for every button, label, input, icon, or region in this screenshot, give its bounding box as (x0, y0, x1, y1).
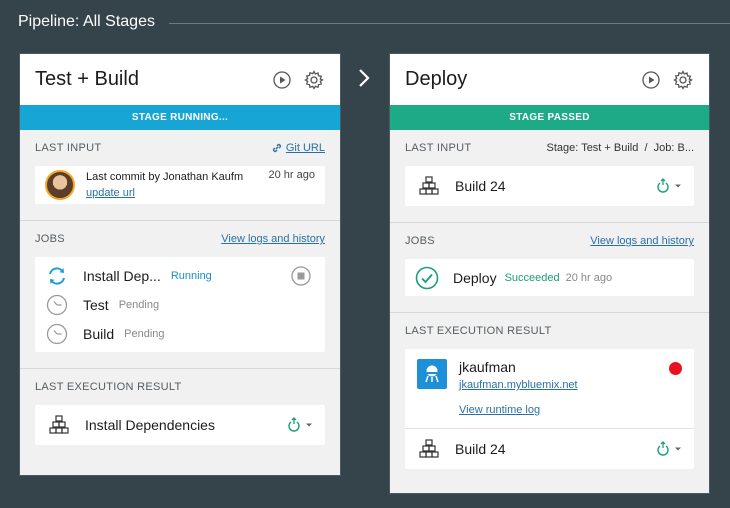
job-status: Running (170, 269, 212, 282)
last-execution-section: LAST EXECUTION RESULT Install Dependenci… (20, 369, 340, 445)
pipeline-header: Pipeline: All Stages (18, 11, 730, 33)
gear-icon[interactable] (672, 69, 694, 91)
commit-timestamp: 20 hr ago (268, 169, 315, 181)
avatar (45, 170, 75, 200)
job-status: Succeeded (504, 271, 560, 284)
stage-header: Test + Build (20, 54, 340, 105)
job-name: Deploy (453, 269, 497, 286)
clock-icon (45, 293, 69, 317)
view-logs-link[interactable]: View logs and history (590, 235, 694, 247)
job-row[interactable]: Test Pending (45, 290, 325, 319)
jobs-card: Deploy Succeeded 20 hr ago (405, 259, 694, 296)
stage-status-bar: STAGE RUNNING... (20, 105, 340, 130)
play-icon[interactable] (271, 69, 293, 91)
section-label: JOBS (405, 235, 435, 247)
jobs-section: JOBS View logs and history Deploy Succee… (390, 223, 709, 296)
app-url-link[interactable]: jkaufman.mybluemix.net (459, 379, 578, 391)
job-row[interactable]: Install Dep... Running (45, 261, 325, 290)
app-name: jkaufman (459, 359, 516, 375)
chevron-down-icon (306, 423, 312, 427)
last-execution-section: LAST EXECUTION RESULT jkaufman jkaufman.… (390, 313, 709, 469)
stop-icon[interactable] (289, 264, 313, 288)
boxes-icon (47, 413, 71, 437)
redeploy-dropdown[interactable] (286, 417, 313, 433)
job-name: Install Dep... (83, 267, 161, 284)
redeploy-icon (288, 417, 300, 432)
link-icon (272, 143, 282, 153)
redeploy-dropdown[interactable] (655, 178, 682, 194)
header-divider (168, 22, 730, 24)
section-label: LAST EXECUTION RESULT (35, 381, 182, 393)
section-label: LAST EXECUTION RESULT (405, 325, 552, 337)
section-label: JOBS (35, 233, 65, 245)
redeploy-icon (657, 178, 669, 193)
input-source-info: Stage: Test + Build / Job: B... (546, 142, 694, 154)
boxes-icon (417, 437, 441, 461)
last-input-section: LAST INPUT Git URL Last commit by Jonath… (20, 130, 340, 204)
jobs-card: Install Dep... Running Test Pending Buil… (35, 257, 325, 352)
stage-title: Deploy (405, 68, 468, 90)
runtime-log-link[interactable]: View runtime log (459, 404, 540, 416)
clock-icon (45, 322, 69, 346)
last-input-section: LAST INPUT Stage: Test + Build / Job: B.… (390, 130, 709, 206)
build-card: Build 24 (405, 429, 694, 469)
stage-test-build: Test + Build STAGE RUNNING... LAST INPUT… (19, 53, 341, 476)
job-timestamp: 20 hr ago (565, 271, 613, 284)
page-title: Pipeline: All Stages (18, 13, 155, 30)
stage-status-bar: STAGE PASSED (390, 105, 709, 130)
stage-title: Test + Build (35, 68, 139, 90)
job-row[interactable]: Deploy Succeeded 20 hr ago (415, 263, 694, 292)
job-name: Test (83, 296, 109, 313)
git-url-link[interactable]: Git URL (271, 142, 325, 154)
build-name: Install Dependencies (85, 417, 215, 433)
git-url-label[interactable]: Git URL (286, 142, 325, 154)
commit-author-text: Last commit by Jonathan Kaufm (86, 171, 244, 183)
section-label: LAST INPUT (35, 142, 102, 154)
section-label: LAST INPUT (405, 142, 472, 154)
build-card: Install Dependencies (35, 405, 325, 445)
chevron-down-icon (675, 447, 681, 451)
app-status-indicator (669, 362, 682, 375)
build-name: Build 24 (455, 441, 506, 457)
job-row[interactable]: Build Pending (45, 319, 325, 348)
job-name: Build (83, 325, 115, 342)
check-circle-icon (415, 266, 439, 290)
job-status: Pending (124, 327, 165, 340)
app-logo-icon (417, 359, 447, 389)
view-logs-link[interactable]: View logs and history (221, 233, 325, 245)
chevron-right-icon (359, 69, 370, 87)
build-name: Build 24 (455, 178, 506, 194)
commit-card: Last commit by Jonathan Kaufm update url… (35, 166, 325, 204)
redeploy-dropdown[interactable] (655, 441, 682, 457)
jobs-section: JOBS View logs and history Install Dep..… (20, 221, 340, 352)
chevron-down-icon (675, 184, 681, 188)
job-status: Pending (118, 298, 160, 311)
stage-header: Deploy (390, 54, 709, 105)
play-icon[interactable] (640, 69, 662, 91)
sync-icon (45, 264, 69, 288)
gear-icon[interactable] (303, 69, 325, 91)
stage-deploy: Deploy STAGE PASSED LAST INPUT Stage: Te… (389, 53, 710, 494)
update-url-link[interactable]: update url (86, 187, 135, 199)
build-card: Build 24 (405, 166, 694, 206)
execution-card: jkaufman jkaufman.mybluemix.net View run… (405, 349, 694, 469)
boxes-icon (417, 174, 441, 198)
redeploy-icon (657, 441, 669, 456)
